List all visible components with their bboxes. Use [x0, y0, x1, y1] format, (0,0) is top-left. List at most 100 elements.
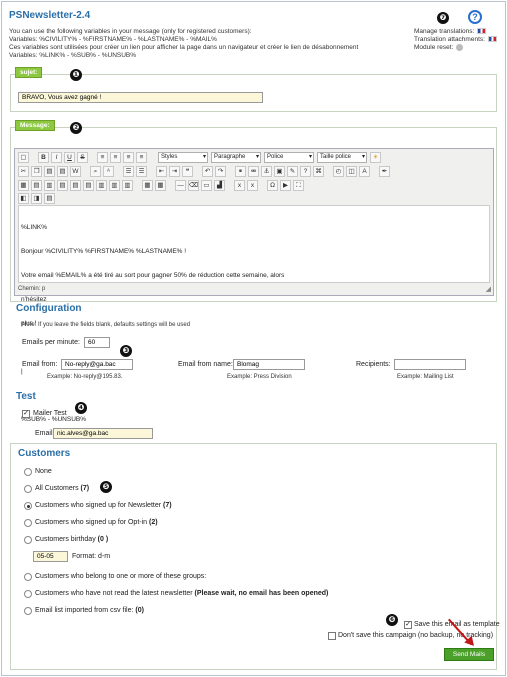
radio-optin[interactable] [24, 519, 32, 527]
intro-line: Variables: %LINK% - %SUB% - %UNSUB% [9, 52, 137, 59]
email-from-input[interactable] [61, 359, 133, 370]
insert-row-after-icon[interactable]: ▤ [70, 180, 81, 191]
marker-7: ❼ [437, 12, 449, 24]
emails-per-minute-input[interactable] [84, 337, 110, 348]
email-from-name-input[interactable] [233, 359, 305, 370]
send-mails-button[interactable]: Send Mails [444, 648, 494, 661]
bullet-list-icon[interactable]: ☰ [123, 166, 134, 177]
align-center-icon[interactable]: ≡ [110, 152, 121, 163]
align-left-icon[interactable]: ≡ [97, 152, 108, 163]
remove-format-icon[interactable]: ⌫ [188, 180, 199, 191]
resize-grip-icon[interactable]: ◢ [486, 285, 491, 293]
manage-translations-link[interactable]: Manage translations: [414, 28, 497, 36]
styles-select[interactable]: Styles [158, 152, 208, 163]
chart-icon[interactable]: ▟ [214, 180, 225, 191]
preview-icon[interactable]: ◫ [346, 166, 357, 177]
fullscreen-icon[interactable]: ⛶ [293, 180, 304, 191]
subject-input[interactable] [18, 92, 263, 103]
media-icon[interactable]: ▶ [280, 180, 291, 191]
birthday-input[interactable] [33, 551, 68, 562]
split-cells-icon[interactable]: ▦ [142, 180, 153, 191]
radio-newsletter[interactable] [24, 502, 32, 510]
help-editor-icon[interactable]: ? [300, 166, 311, 177]
module-title: PSNewsletter-2.4 [9, 10, 91, 21]
insert-row-before-icon[interactable]: ▤ [57, 180, 68, 191]
intro-text: You can use the following variables in y… [9, 28, 409, 60]
layer-icon[interactable]: ◧ [18, 193, 29, 204]
font-size-select[interactable]: Taille police [317, 152, 367, 163]
indent-icon[interactable]: ⇥ [169, 166, 180, 177]
paragraph-select[interactable]: Paragraphe [211, 152, 261, 163]
help-icon[interactable]: ? [468, 10, 482, 24]
radio-birthday[interactable] [24, 536, 32, 544]
align-right-icon[interactable]: ≡ [123, 152, 134, 163]
blockquote-icon[interactable]: ❝ [182, 166, 193, 177]
reset-icon[interactable] [456, 44, 464, 51]
module-reset-link[interactable]: Module reset: [414, 44, 497, 52]
superscript-icon[interactable]: x [247, 180, 258, 191]
french-flag-icon[interactable] [487, 36, 497, 43]
bold-icon[interactable]: B [38, 152, 49, 163]
paste-text-icon[interactable]: ▤ [57, 166, 68, 177]
dont-save-checkbox[interactable] [328, 632, 336, 640]
unlink-icon[interactable]: ⚮ [248, 166, 259, 177]
replace-icon[interactable]: ᴬ [103, 166, 114, 177]
insert-time-icon[interactable]: ◴ [333, 166, 344, 177]
merge-cells-icon[interactable]: ▦ [155, 180, 166, 191]
visual-aid-icon[interactable]: ▭ [201, 180, 212, 191]
undo-icon[interactable]: ↶ [202, 166, 213, 177]
radio-groups[interactable] [24, 573, 32, 581]
sun-icon[interactable]: ☀ [370, 152, 381, 163]
delete-row-icon[interactable]: ▤ [83, 180, 94, 191]
mailer-test-checkbox[interactable]: ✓ [22, 410, 30, 418]
option-label-text: Customers who signed up for Newsletter [35, 502, 162, 509]
background-color-icon[interactable]: ✒ [379, 166, 390, 177]
insert-col-before-icon[interactable]: ▥ [96, 180, 107, 191]
underline-icon[interactable]: U [64, 152, 75, 163]
special-char-icon[interactable]: Ω [267, 180, 278, 191]
cell-props-icon[interactable]: ▥ [44, 180, 55, 191]
table-icon[interactable]: ▦ [18, 180, 29, 191]
cut-icon[interactable]: ✂ [18, 166, 29, 177]
absolute-icon[interactable]: ◨ [31, 193, 42, 204]
cleanup-icon[interactable]: ✎ [287, 166, 298, 177]
option-count: (0) [135, 607, 144, 614]
paste-word-icon[interactable]: W [70, 166, 81, 177]
horizontal-rule-icon[interactable]: — [175, 180, 186, 191]
font-select[interactable]: Police [264, 152, 314, 163]
link-icon[interactable]: ⚭ [235, 166, 246, 177]
translation-attachments-link[interactable]: Translation attachments: [414, 36, 497, 44]
test-email-input[interactable] [53, 428, 153, 439]
find-icon[interactable]: ⌕ [90, 166, 101, 177]
image-icon[interactable]: ▣ [274, 166, 285, 177]
copy-icon[interactable]: ❐ [31, 166, 42, 177]
strikethrough-icon[interactable]: S [77, 152, 88, 163]
align-justify-icon[interactable]: ≡ [136, 152, 147, 163]
configuration-heading: Configuration [16, 303, 82, 314]
source-icon[interactable]: ▢ [18, 152, 29, 163]
insert-col-after-icon[interactable]: ▥ [109, 180, 120, 191]
style-props-icon[interactable]: ▤ [44, 193, 55, 204]
numbered-list-icon[interactable]: ☰ [136, 166, 147, 177]
radio-none[interactable] [24, 468, 32, 476]
subscript-icon[interactable]: x [234, 180, 245, 191]
french-flag-icon[interactable] [477, 28, 487, 35]
delete-col-icon[interactable]: ▥ [122, 180, 133, 191]
code-icon[interactable]: ⌘ [313, 166, 324, 177]
outdent-icon[interactable]: ⇤ [156, 166, 167, 177]
radio-not-read[interactable] [24, 590, 32, 598]
customers-heading: Customers [18, 448, 71, 459]
text-color-icon[interactable]: A [359, 166, 370, 177]
marker-4: ❹ [75, 402, 87, 414]
row-props-icon[interactable]: ▤ [31, 180, 42, 191]
recipients-input[interactable] [394, 359, 466, 370]
radio-all-customers[interactable] [24, 485, 32, 493]
italic-icon[interactable]: I [51, 152, 62, 163]
redo-icon[interactable]: ↷ [215, 166, 226, 177]
radio-csv[interactable] [24, 607, 32, 615]
anchor-icon[interactable]: ⚓ [261, 166, 272, 177]
marker-2: ❷ [70, 122, 82, 134]
save-template-checkbox[interactable]: ✓ [404, 621, 412, 629]
message-body[interactable]: %LINK% Bonjour %CIVILITY% %FIRSTNAME% %L… [18, 205, 490, 423]
paste-icon[interactable]: ▤ [44, 166, 55, 177]
